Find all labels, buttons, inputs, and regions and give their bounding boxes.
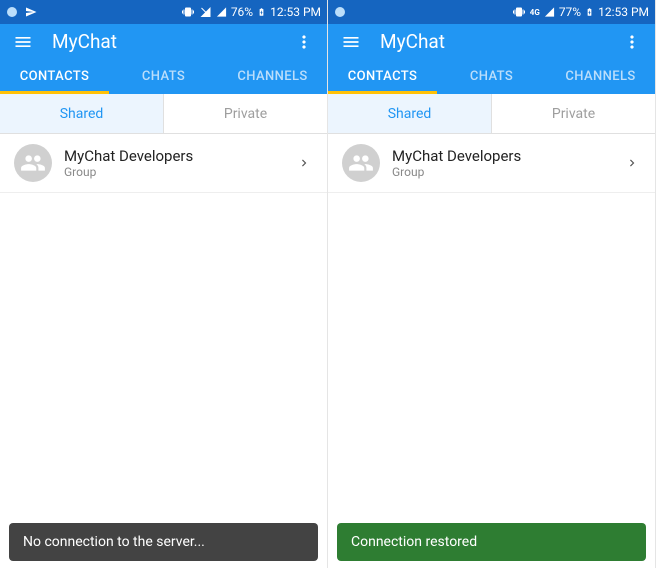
phone-right: 4G 77% 12:53 PM MyChat CONTACTS CHATS CH… — [328, 0, 656, 568]
more-icon[interactable] — [621, 31, 643, 53]
list-item-title: MyChat Developers — [64, 147, 283, 165]
clock-text: 12:53 PM — [598, 5, 649, 19]
subtab-label: Shared — [60, 106, 104, 122]
top-tabs: CONTACTS CHATS CHANNELS — [0, 59, 327, 94]
tab-label: CHANNELS — [565, 69, 635, 84]
tab-channels[interactable]: CHANNELS — [546, 59, 655, 94]
tab-chats[interactable]: CHATS — [109, 59, 218, 94]
snackbar: Connection restored — [337, 523, 646, 561]
app-title: MyChat — [52, 30, 275, 53]
tab-label: CHATS — [470, 69, 513, 84]
no-signal-icon — [199, 6, 212, 18]
chevron-right-icon — [295, 154, 313, 172]
list-item-subtitle: Group — [392, 165, 611, 179]
subtab-shared[interactable]: Shared — [328, 94, 492, 133]
group-avatar-icon — [14, 144, 52, 182]
status-bar: 4G 77% 12:53 PM — [328, 0, 655, 24]
app-bar: MyChat — [328, 24, 655, 59]
sub-tabs: Shared Private — [0, 94, 327, 134]
tab-contacts[interactable]: CONTACTS — [328, 59, 437, 94]
snackbar-text: No connection to the server... — [23, 534, 205, 550]
tab-label: CHANNELS — [237, 69, 307, 84]
signal-icon — [544, 6, 555, 18]
tab-chats[interactable]: CHATS — [437, 59, 546, 94]
subtab-label: Private — [224, 106, 267, 122]
signal-icon — [216, 6, 227, 18]
snackbar: No connection to the server... — [9, 523, 318, 561]
tab-contacts[interactable]: CONTACTS — [0, 59, 109, 94]
chevron-right-icon — [623, 154, 641, 172]
app-indicator-icon — [6, 6, 18, 18]
group-avatar-icon — [342, 144, 380, 182]
subtab-private[interactable]: Private — [492, 94, 655, 133]
vibrate-icon — [181, 6, 195, 18]
clock-text: 12:53 PM — [270, 5, 321, 19]
battery-charging-icon — [585, 5, 594, 19]
list-item-subtitle: Group — [64, 165, 283, 179]
more-icon[interactable] — [293, 31, 315, 53]
list-item[interactable]: MyChat Developers Group — [328, 134, 655, 193]
subtab-private[interactable]: Private — [164, 94, 327, 133]
contacts-list: MyChat Developers Group — [0, 134, 327, 568]
battery-charging-icon — [257, 5, 266, 19]
list-item-text: MyChat Developers Group — [64, 147, 283, 179]
network-4g-icon: 4G — [530, 8, 540, 17]
tab-label: CONTACTS — [20, 69, 90, 84]
list-item-text: MyChat Developers Group — [392, 147, 611, 179]
phone-left: 76% 12:53 PM MyChat CONTACTS CHATS CHANN… — [0, 0, 328, 568]
top-tabs: CONTACTS CHATS CHANNELS — [328, 59, 655, 94]
list-item[interactable]: MyChat Developers Group — [0, 134, 327, 193]
app-title: MyChat — [380, 30, 603, 53]
battery-text: 76% — [231, 5, 253, 19]
menu-icon[interactable] — [12, 31, 34, 53]
tab-channels[interactable]: CHANNELS — [218, 59, 327, 94]
tab-label: CHATS — [142, 69, 185, 84]
tab-label: CONTACTS — [348, 69, 418, 84]
subtab-label: Private — [552, 106, 595, 122]
snackbar-text: Connection restored — [351, 534, 477, 550]
menu-icon[interactable] — [340, 31, 362, 53]
vibrate-icon — [512, 6, 526, 18]
send-icon — [24, 6, 38, 18]
status-bar: 76% 12:53 PM — [0, 0, 327, 24]
app-indicator-icon — [334, 6, 346, 18]
sub-tabs: Shared Private — [328, 94, 655, 134]
subtab-label: Shared — [388, 106, 432, 122]
list-item-title: MyChat Developers — [392, 147, 611, 165]
battery-text: 77% — [559, 5, 581, 19]
subtab-shared[interactable]: Shared — [0, 94, 164, 133]
app-bar: MyChat — [0, 24, 327, 59]
contacts-list: MyChat Developers Group — [328, 134, 655, 568]
